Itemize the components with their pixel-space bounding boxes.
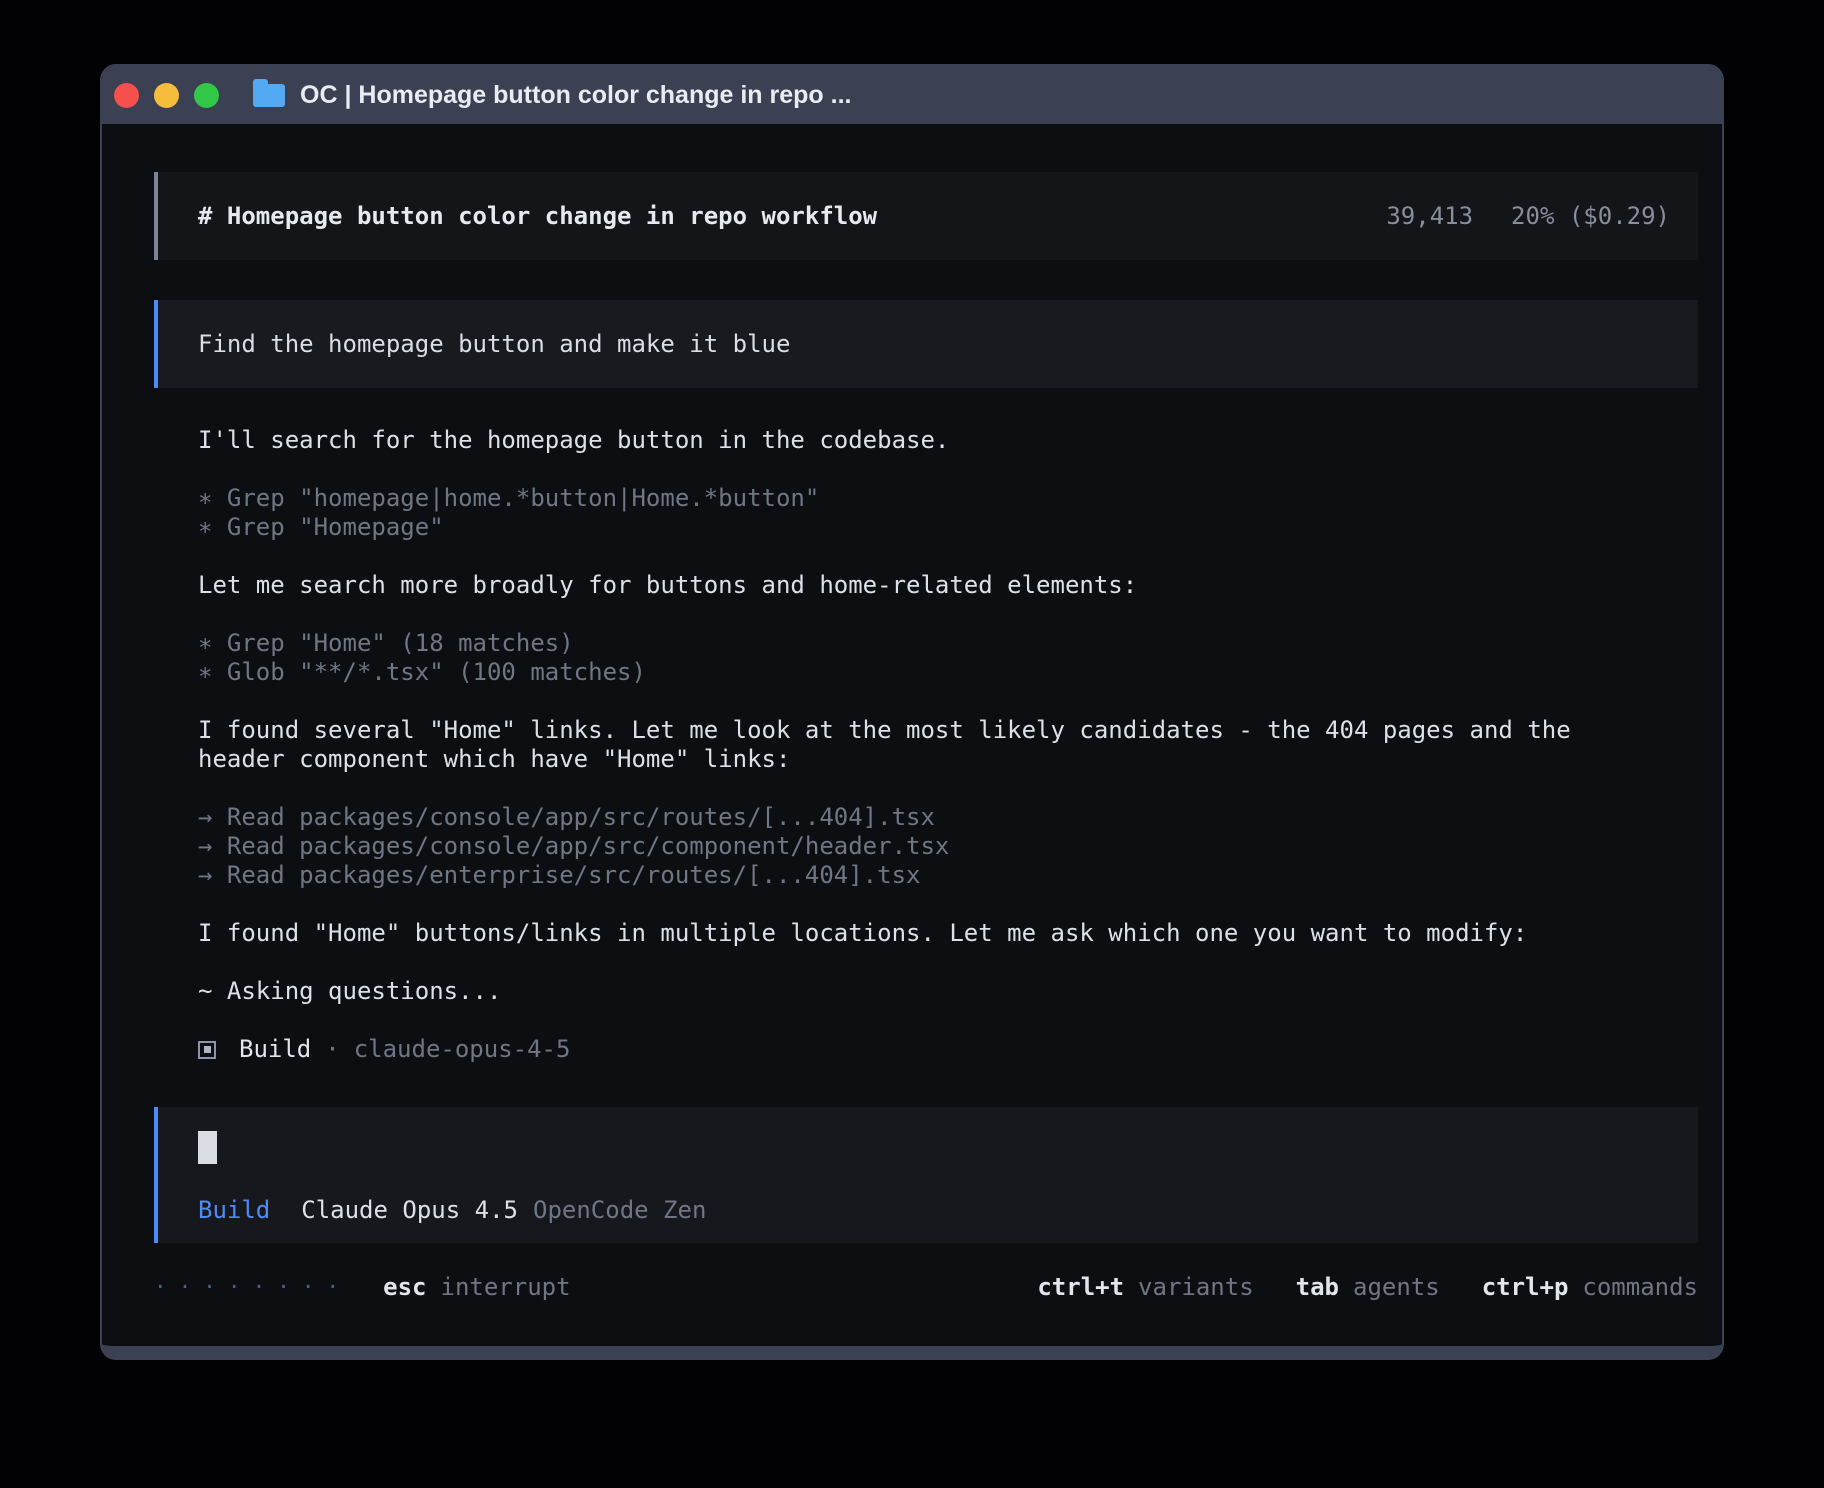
tool-call-group: → Read packages/console/app/src/routes/[… — [198, 803, 1598, 890]
tool-call-read: → Read packages/enterprise/src/routes/[.… — [198, 861, 1598, 890]
close-button[interactable] — [114, 83, 139, 108]
user-message: Find the homepage button and make it blu… — [154, 300, 1698, 388]
agent-square-icon — [198, 1041, 216, 1059]
tool-call-read: → Read packages/console/app/src/routes/[… — [198, 803, 1598, 832]
minimize-button[interactable] — [154, 83, 179, 108]
agent-model: claude-opus-4-5 — [354, 1035, 571, 1064]
hint-label: agents — [1353, 1273, 1440, 1302]
working-status-text: ~ Asking questions... — [198, 977, 1598, 1006]
assistant-text: Let me search more broadly for buttons a… — [198, 571, 1598, 600]
esc-key-label: interrupt — [441, 1273, 571, 1302]
tool-call-grep: ∗ Grep "homepage|home.*button|Home.*butt… — [198, 484, 1598, 513]
esc-key-hint: esc — [383, 1273, 426, 1302]
statusbar-right: ctrl+t variants tab agents ctrl+p comman… — [1037, 1273, 1698, 1302]
zoom-button[interactable] — [194, 83, 219, 108]
hint-label: variants — [1138, 1273, 1254, 1302]
hint-key: tab — [1296, 1273, 1339, 1302]
prompt-input[interactable]: Build Claude Opus 4.5 OpenCode Zen — [154, 1107, 1698, 1243]
input-meta-row: Build Claude Opus 4.5 OpenCode Zen — [198, 1196, 1658, 1225]
flex-spacer — [154, 1064, 1698, 1107]
session-title: # Homepage button color change in repo w… — [198, 202, 877, 231]
agent-status-row: Build · claude-opus-4-5 — [198, 1035, 1598, 1064]
provider-label: OpenCode Zen — [533, 1196, 706, 1225]
spinner-dots-icon: ········ — [154, 1273, 351, 1302]
assistant-text: I found several "Home" links. Let me loo… — [198, 716, 1598, 774]
tool-call-grep: ∗ Grep "Homepage" — [198, 513, 1598, 542]
folder-icon — [253, 84, 285, 107]
agent-name: Build — [239, 1035, 311, 1064]
tool-call-glob: ∗ Glob "**/*.tsx" (100 matches) — [198, 658, 1598, 687]
hint-agents: tab agents — [1296, 1273, 1440, 1302]
hint-key: ctrl+t — [1037, 1273, 1124, 1302]
titlebar[interactable]: OC | Homepage button color change in rep… — [102, 66, 1722, 124]
hint-commands: ctrl+p commands — [1482, 1273, 1698, 1302]
model-label: Claude Opus 4.5 — [301, 1196, 518, 1225]
assistant-text: I found "Home" buttons/links in multiple… — [198, 919, 1598, 948]
token-count: 39,413 — [1386, 202, 1473, 231]
statusbar-left: ········ esc interrupt — [154, 1273, 571, 1302]
separator-dot: · — [325, 1035, 339, 1064]
hint-key: ctrl+p — [1482, 1273, 1569, 1302]
window-title: OC | Homepage button color change in rep… — [300, 81, 851, 110]
tool-call-group: ∗ Grep "Home" (18 matches) ∗ Glob "**/*.… — [198, 629, 1598, 687]
context-cost: 20% ($0.29) — [1511, 202, 1670, 231]
text-cursor — [198, 1131, 217, 1164]
assistant-text: I'll search for the homepage button in t… — [198, 426, 1598, 455]
terminal-window: OC | Homepage button color change in rep… — [100, 64, 1724, 1360]
chat-transcript: I'll search for the homepage button in t… — [198, 426, 1598, 1064]
statusbar: ········ esc interrupt ctrl+t variants t… — [154, 1273, 1698, 1302]
terminal-content: # Homepage button color change in repo w… — [102, 124, 1722, 1346]
session-stats: 39,413 20% ($0.29) — [1386, 202, 1670, 231]
hint-label: commands — [1582, 1273, 1698, 1302]
session-header: # Homepage button color change in repo w… — [154, 172, 1698, 260]
user-message-text: Find the homepage button and make it blu… — [198, 330, 790, 359]
hint-variants: ctrl+t variants — [1037, 1273, 1253, 1302]
tool-call-read: → Read packages/console/app/src/componen… — [198, 832, 1598, 861]
agent-mode-label[interactable]: Build — [198, 1196, 270, 1225]
traffic-lights — [114, 83, 219, 108]
tool-call-grep: ∗ Grep "Home" (18 matches) — [198, 629, 1598, 658]
tool-call-group: ∗ Grep "homepage|home.*button|Home.*butt… — [198, 484, 1598, 542]
